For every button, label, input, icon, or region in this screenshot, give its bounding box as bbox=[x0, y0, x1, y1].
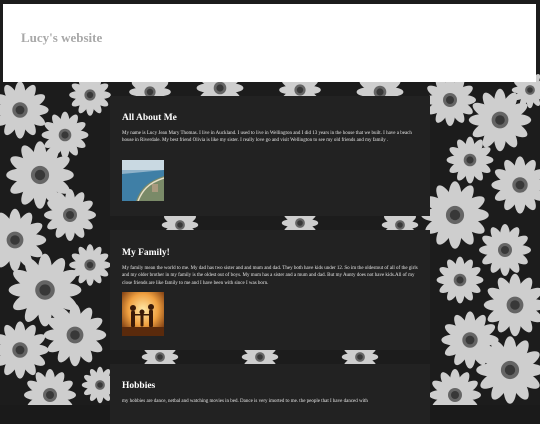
section-text: My family mean the world to me. My dad h… bbox=[122, 266, 418, 286]
site-title[interactable]: Lucy's website bbox=[21, 30, 102, 46]
section-heading: All About Me bbox=[122, 113, 177, 123]
family-section: My Family! My family mean the world to m… bbox=[110, 230, 430, 350]
section-text: my hobbies are dance, netbal and watchin… bbox=[122, 399, 368, 404]
hobbies-section: Hobbies my hobbies are dance, netbal and… bbox=[110, 364, 430, 424]
family-silhouette-photo bbox=[122, 292, 164, 336]
site-header: Lucy's website bbox=[3, 4, 536, 82]
section-text: My name is Lucy Jean Mary Thomas. I live… bbox=[122, 131, 412, 144]
beach-photo bbox=[122, 160, 164, 201]
section-heading: My Family! bbox=[122, 248, 170, 258]
section-heading: Hobbies bbox=[122, 381, 156, 391]
about-me-section: All About Me My name is Lucy Jean Mary T… bbox=[110, 96, 430, 216]
